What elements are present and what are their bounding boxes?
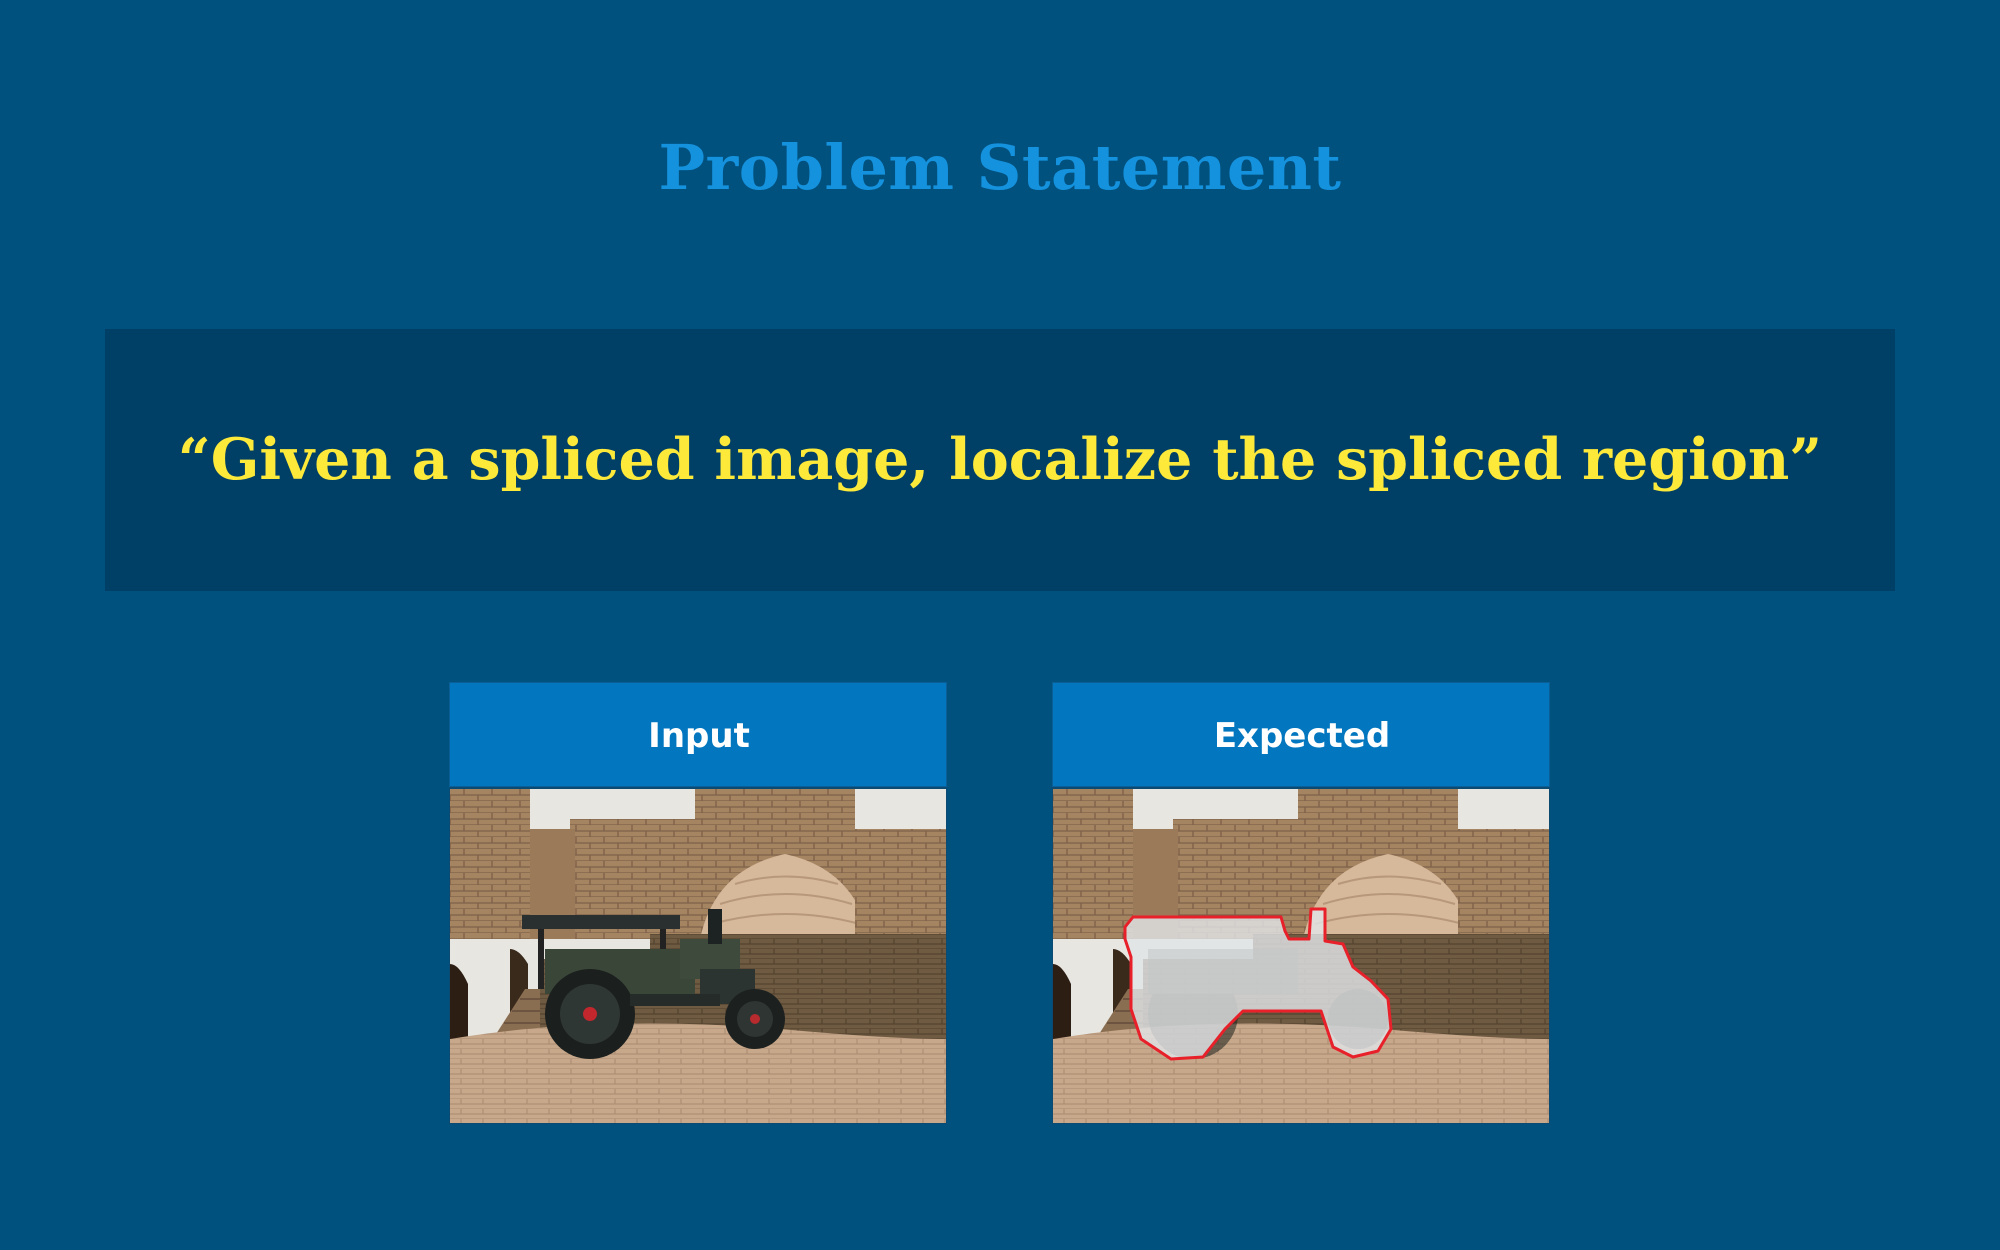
problem-statement-quote: “Given a spliced image, localize the spl… xyxy=(177,426,1823,493)
slide-title: Problem Statement xyxy=(658,131,1342,204)
expected-image xyxy=(1053,789,1549,1123)
expected-panel: Expected xyxy=(1052,682,1550,1124)
input-image xyxy=(450,789,946,1123)
problem-statement-band: “Given a spliced image, localize the spl… xyxy=(105,329,1895,591)
expected-panel-header: Expected xyxy=(1052,682,1550,787)
input-panel: Input xyxy=(449,682,947,1124)
input-panel-label: Input xyxy=(648,716,750,756)
expected-panel-label: Expected xyxy=(1213,716,1391,756)
input-panel-header: Input xyxy=(449,682,947,787)
